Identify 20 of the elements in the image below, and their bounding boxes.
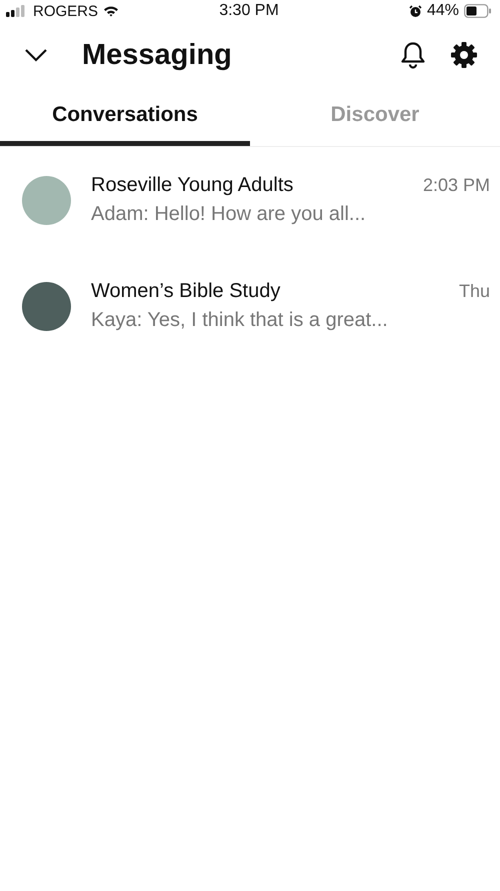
chevron-down-icon: [24, 48, 48, 62]
notifications-button[interactable]: [400, 41, 426, 69]
conversation-name[interactable]: Women’s Bible Study: [91, 280, 280, 303]
message-time: Thu: [458, 281, 490, 302]
message-time: 2:03 PM: [422, 175, 490, 196]
alarm-icon: [408, 4, 422, 18]
clock-time: 3:30 PM: [219, 2, 279, 20]
collapse-button[interactable]: [24, 48, 48, 62]
settings-icon: [450, 41, 478, 69]
tab[interactable]: Conversations: [0, 92, 250, 146]
settings-button[interactable]: [450, 41, 478, 69]
message-preview: Adam: Hello! How are you all...: [91, 203, 367, 226]
battery-percent: 44%: [426, 2, 459, 20]
battery-icon: [464, 4, 492, 18]
bell-icon: [400, 41, 426, 69]
conversation-name[interactable]: Roseville Young Adults: [91, 174, 294, 197]
wifi-icon: [103, 5, 120, 17]
carrier-name: ROGERS: [33, 2, 98, 20]
page-title: Messaging: [82, 38, 233, 72]
message-preview: Kaya: Yes, I think that is a great...: [91, 309, 389, 332]
